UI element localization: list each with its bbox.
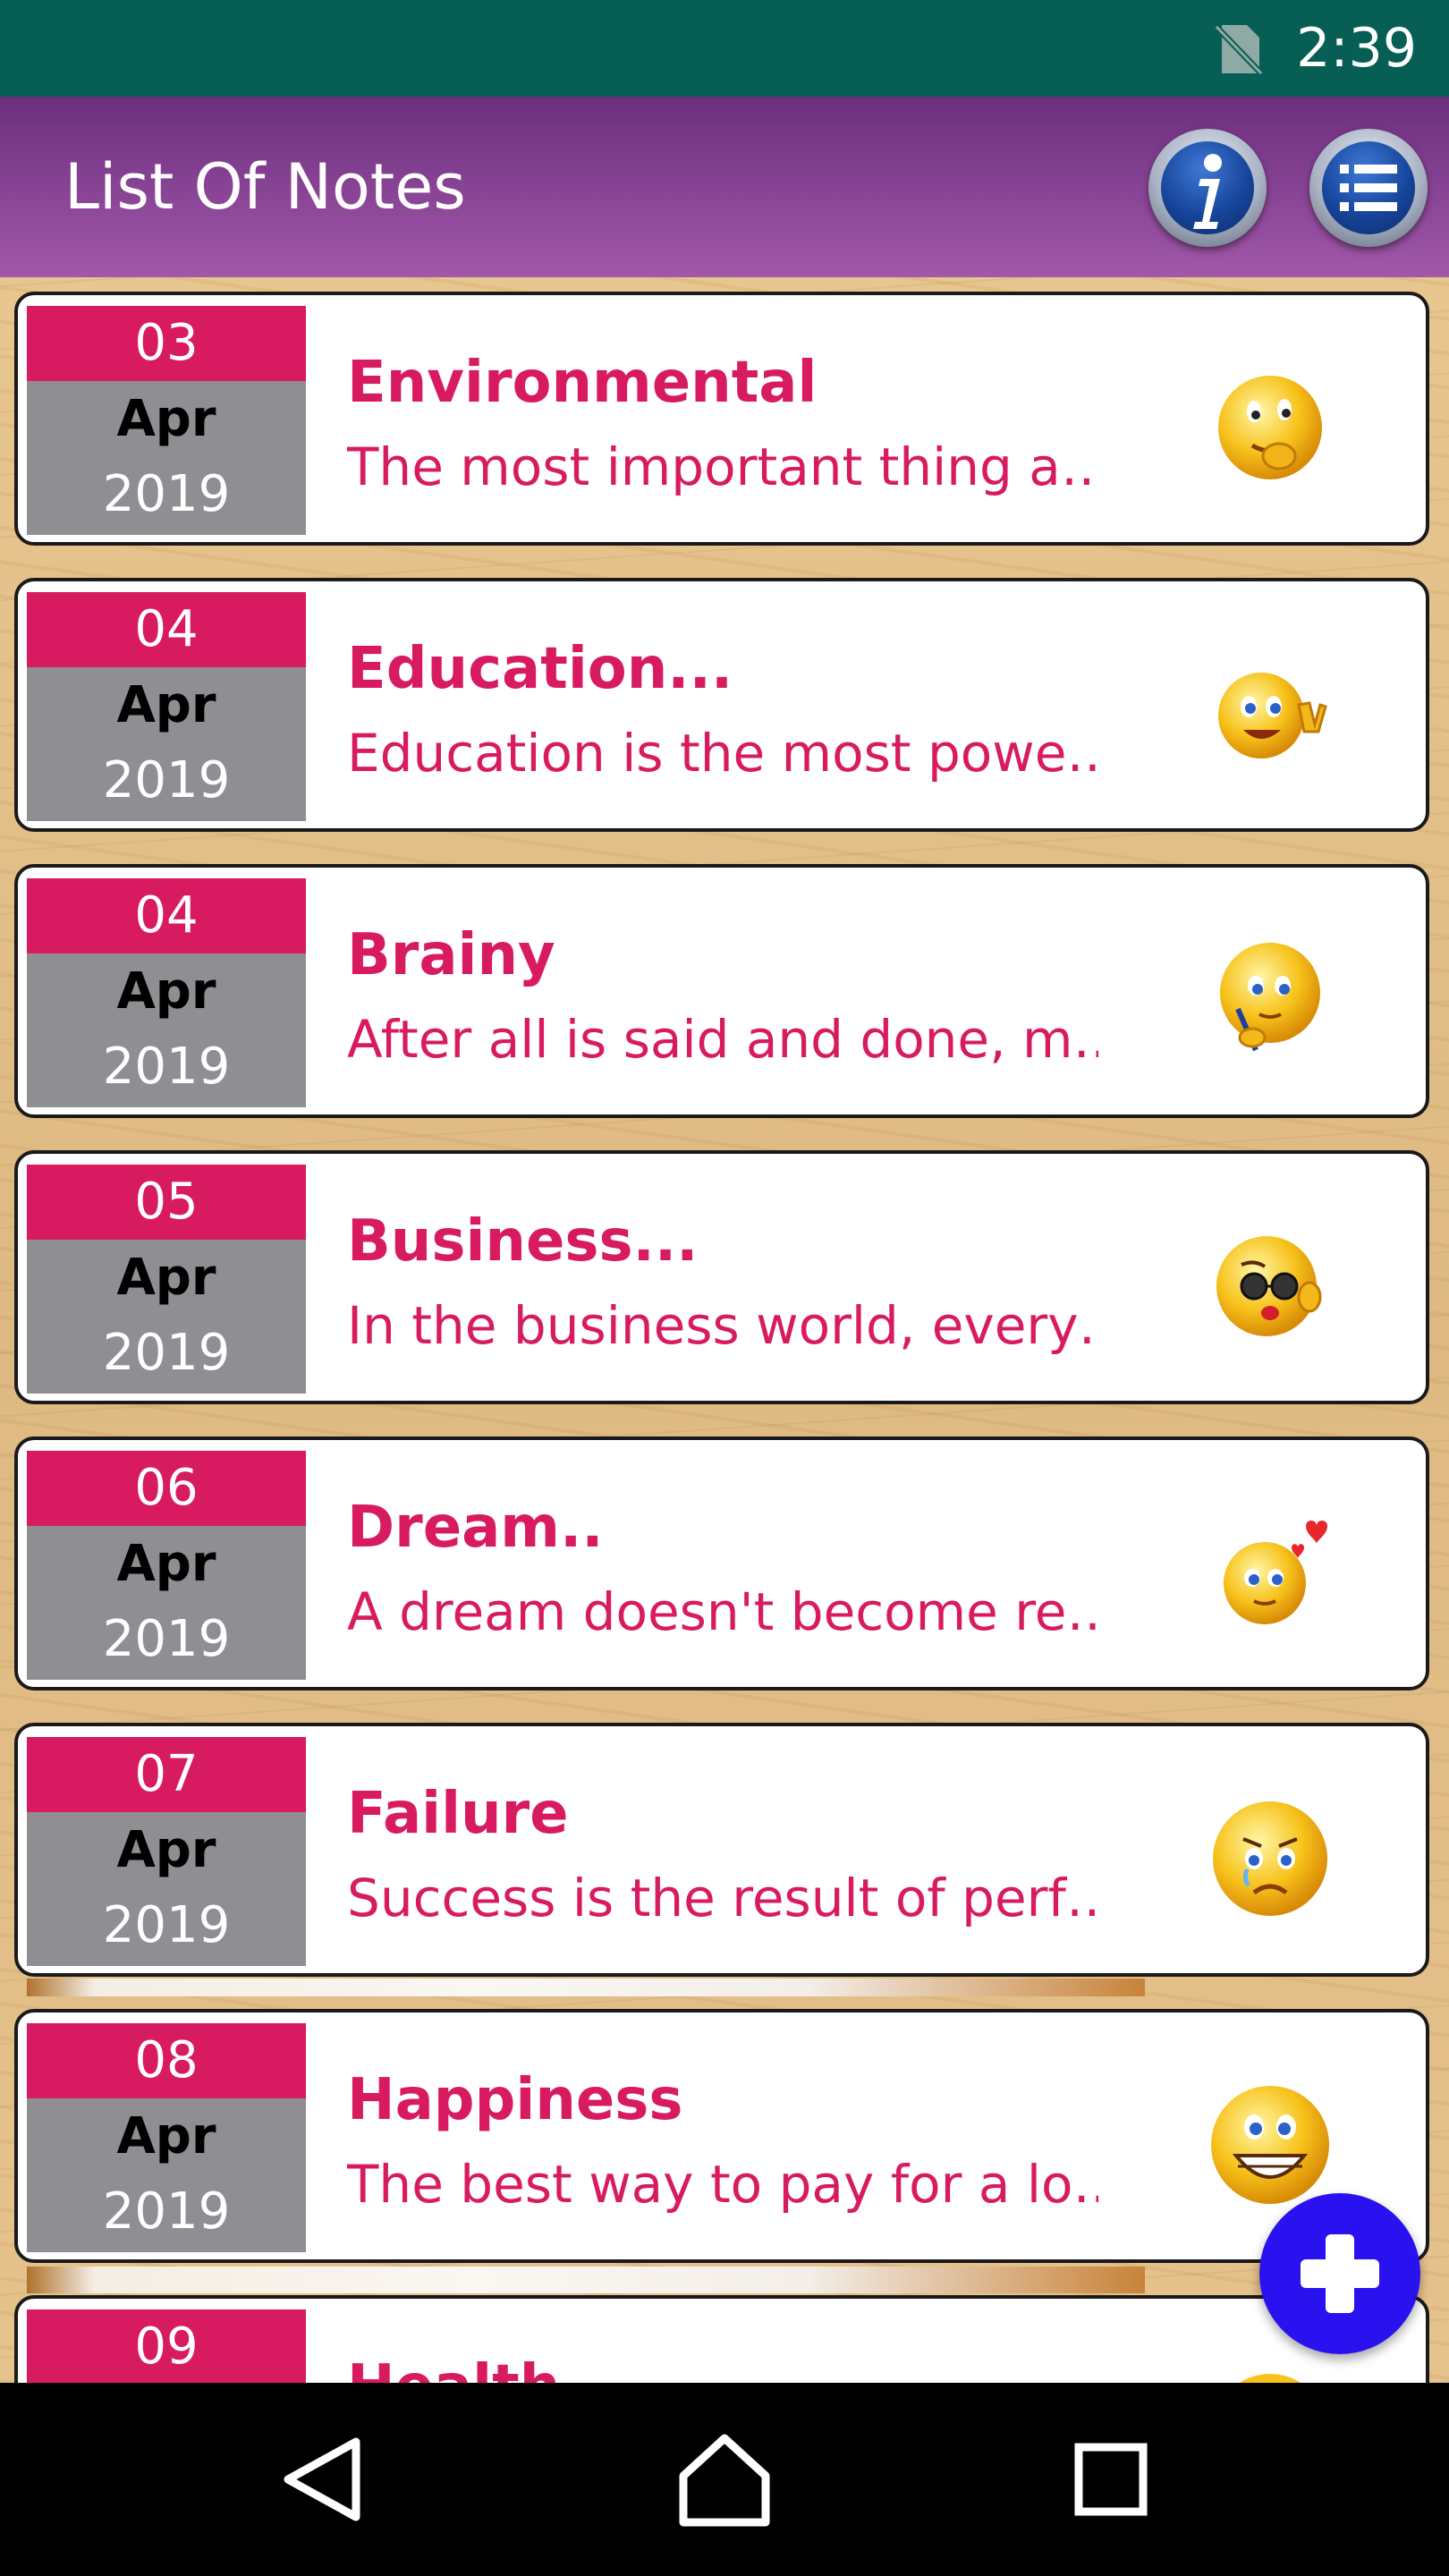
note-card[interactable]: 03 Apr 2019 Environmental The most impor… [14, 292, 1429, 546]
date-badge: 08 Apr 2019 [27, 2023, 306, 2252]
note-card[interactable]: 08 Apr 2019 Happiness The best way to pa… [14, 2009, 1429, 2263]
note-preview: After all is said and done, m… [347, 1009, 1098, 1070]
status-bar: 2:39 [0, 0, 1449, 97]
note-title: Environmental [347, 350, 818, 416]
note-card[interactable]: 05 Apr 2019 Business... In the business … [14, 1150, 1429, 1404]
sunglasses-wink-emoji-icon [1216, 1236, 1322, 1336]
no-sim-icon [1214, 24, 1264, 76]
plus-icon [1301, 2234, 1379, 2313]
dreamy-heart-emoji-icon [1224, 1521, 1327, 1624]
notes-list[interactable]: 03 Apr 2019 Environmental The most impor… [0, 277, 1449, 2383]
background-decoration [27, 2267, 1145, 2293]
info-icon [1193, 154, 1222, 229]
note-preview: Education is the most powe… [347, 723, 1098, 784]
note-title: Business... [347, 1208, 699, 1275]
navigation-bar [0, 2383, 1449, 2576]
date-month: Apr [116, 676, 216, 734]
date-day: 09 [27, 2309, 306, 2383]
date-year: 2019 [102, 465, 231, 523]
crying-emoji-icon [1213, 1801, 1327, 1916]
info-button[interactable] [1148, 129, 1267, 247]
note-preview: The best way to pay for a lo… [347, 2154, 1098, 2215]
writing-emoji-icon [1220, 943, 1320, 1052]
note-preview: A dream doesn't become re… [347, 1581, 1098, 1642]
date-month: Apr [116, 390, 216, 448]
date-month: Apr [116, 962, 216, 1021]
date-month: Apr [116, 1821, 216, 1879]
date-month: Apr [116, 1249, 216, 1307]
app-bar: List Of Notes [0, 97, 1449, 277]
date-day: 04 [27, 878, 306, 953]
note-card[interactable]: 07 Apr 2019 Failure Success is the resul… [14, 1723, 1429, 1977]
date-badge: 04 Apr 2019 [27, 878, 306, 1107]
note-preview: In the business world, every… [347, 1295, 1098, 1356]
add-note-button[interactable] [1259, 2193, 1420, 2354]
background-decoration [27, 1979, 1145, 1996]
recent-apps-icon[interactable] [1057, 2426, 1165, 2533]
date-day: 08 [27, 2023, 306, 2098]
note-title: Brainy [347, 922, 555, 988]
date-day: 04 [27, 592, 306, 667]
date-badge: 07 Apr 2019 [27, 1737, 306, 1966]
date-badge: 03 Apr 2019 [27, 306, 306, 535]
date-month: Apr [116, 1535, 216, 1593]
date-year: 2019 [102, 1610, 231, 1668]
date-badge: 05 Apr 2019 [27, 1165, 306, 1394]
date-day: 03 [27, 306, 306, 381]
date-day: 05 [27, 1165, 306, 1240]
date-badge: 09 [27, 2309, 306, 2383]
date-day: 07 [27, 1737, 306, 1812]
date-year: 2019 [102, 2182, 231, 2241]
list-view-button[interactable] [1309, 129, 1428, 247]
note-preview: The most important thing a… [347, 436, 1098, 497]
note-title: Failure [347, 1781, 569, 1847]
note-card[interactable]: 04 Apr 2019 Education... Education is th… [14, 578, 1429, 832]
date-year: 2019 [102, 751, 231, 809]
note-title: Happiness [347, 2067, 683, 2133]
status-clock: 2:39 [1296, 17, 1417, 80]
home-icon[interactable] [671, 2426, 778, 2533]
list-icon [1340, 165, 1397, 211]
page-title: List Of Notes [64, 150, 466, 224]
note-card[interactable]: 09 Health [14, 2295, 1429, 2383]
note-card[interactable]: 06 Apr 2019 Dream.. A dream doesn't beco… [14, 1436, 1429, 1690]
shy-smile-emoji-icon [1218, 376, 1322, 479]
peace-sign-emoji-icon [1218, 673, 1327, 758]
note-title: Education... [347, 636, 733, 702]
date-year: 2019 [102, 1038, 231, 1096]
date-year: 2019 [102, 1896, 231, 1954]
date-badge: 06 Apr 2019 [27, 1451, 306, 1680]
date-month: Apr [116, 2107, 216, 2165]
note-card[interactable]: 04 Apr 2019 Brainy After all is said and… [14, 864, 1429, 1118]
phone-screen: 2:39 List Of Notes 03 Apr 2019 Environme… [0, 0, 1449, 2576]
date-badge: 04 Apr 2019 [27, 592, 306, 821]
smile-emoji-icon [1239, 2374, 1301, 2383]
date-day: 06 [27, 1451, 306, 1526]
back-triangle-icon[interactable] [270, 2426, 377, 2533]
note-title: Health [347, 2351, 560, 2383]
note-title: Dream.. [347, 1495, 604, 1561]
date-year: 2019 [102, 1324, 231, 1382]
note-preview: Success is the result of perf… [347, 1868, 1098, 1928]
